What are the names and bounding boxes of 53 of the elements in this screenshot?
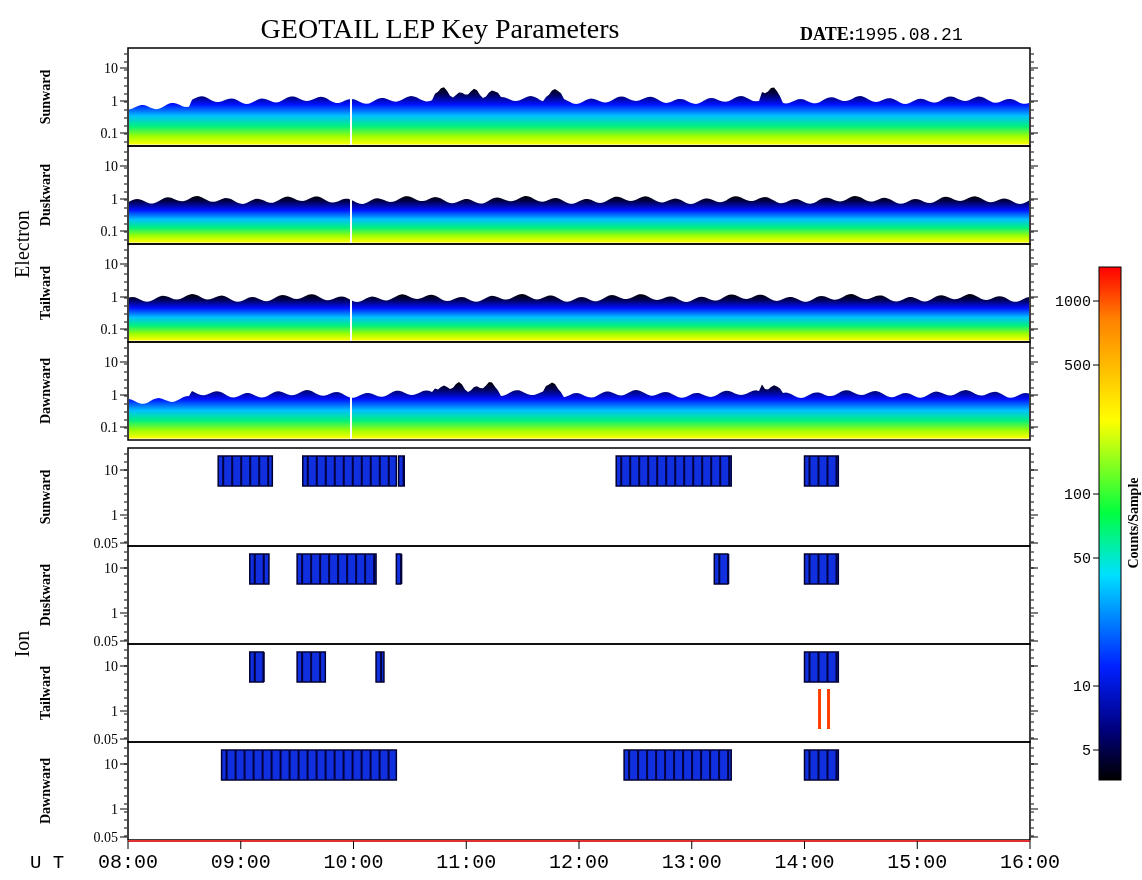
- y-tick-label: 1: [111, 606, 118, 621]
- y-tick-label: 0.1: [100, 322, 118, 337]
- y-tick-label: 0.1: [100, 420, 118, 435]
- y-tick-label: 10: [104, 757, 118, 772]
- time-tick-label: 16:00: [1000, 851, 1060, 874]
- time-tick-label: 14:00: [774, 851, 835, 874]
- group-label: Ion: [11, 630, 33, 658]
- y-tick-label: 1: [111, 290, 118, 305]
- y-tick-label: 1: [111, 388, 118, 403]
- y-tick-label: 0.05: [93, 634, 118, 649]
- panel-label: Tailward: [38, 666, 53, 720]
- y-tick-label: 0.05: [93, 536, 118, 551]
- panel-label: Tailward: [38, 266, 53, 320]
- panel-label: Sunward: [38, 69, 53, 125]
- y-tick-label: 0.1: [100, 126, 118, 141]
- y-tick-label: 10: [104, 561, 118, 576]
- panel-label: Duskward: [38, 563, 53, 627]
- panel-label: Dawnward: [38, 757, 53, 825]
- time-tick-label: 09:00: [210, 851, 271, 874]
- time-tick-label: 13:00: [661, 851, 722, 874]
- y-tick-label: 1: [111, 94, 118, 109]
- time-tick-label: 11:00: [436, 851, 497, 874]
- y-tick-label: 10: [104, 257, 118, 272]
- scale-tick-label: 100: [1064, 487, 1091, 504]
- y-tick-label: 10: [104, 159, 118, 174]
- plot-title: GEOTAIL LEP Key Parameters: [260, 13, 620, 44]
- y-tick-label: 0.05: [93, 830, 118, 845]
- y-tick-label: 1: [111, 508, 118, 523]
- panel-label: Sunward: [38, 469, 53, 525]
- scale-label: Counts/Sample: [1126, 477, 1141, 569]
- y-tick-label: 1: [111, 802, 118, 817]
- scale-tick-label: 1000: [1055, 294, 1091, 311]
- y-tick-label: 1: [111, 704, 118, 719]
- time-tick-label: 15:00: [887, 851, 948, 874]
- scale-tick-label: 50: [1073, 551, 1091, 568]
- scale-tick-label: 500: [1064, 358, 1091, 375]
- y-tick-label: 10: [104, 61, 118, 76]
- y-tick-label: 10: [104, 463, 118, 478]
- panel-label: Dawnward: [38, 357, 53, 425]
- y-tick-label: 1: [111, 192, 118, 207]
- time-tick-label: 08:00: [98, 851, 158, 874]
- scale-tick-label: 5: [1082, 743, 1091, 760]
- y-tick-label: 10: [104, 659, 118, 674]
- time-tick-label: 12:00: [549, 851, 609, 874]
- y-tick-label: 0.1: [100, 224, 118, 239]
- y-tick-label: 10: [104, 355, 118, 370]
- axis-label: U T: [30, 852, 65, 874]
- panel-label: Duskward: [38, 163, 53, 227]
- y-tick-label: 0.05: [93, 732, 118, 747]
- time-tick-label: 10:00: [323, 851, 384, 874]
- group-label: Electron: [11, 210, 33, 278]
- scale-tick-label: 10: [1073, 679, 1091, 696]
- date-text: DATE:1995.08.21: [800, 24, 963, 45]
